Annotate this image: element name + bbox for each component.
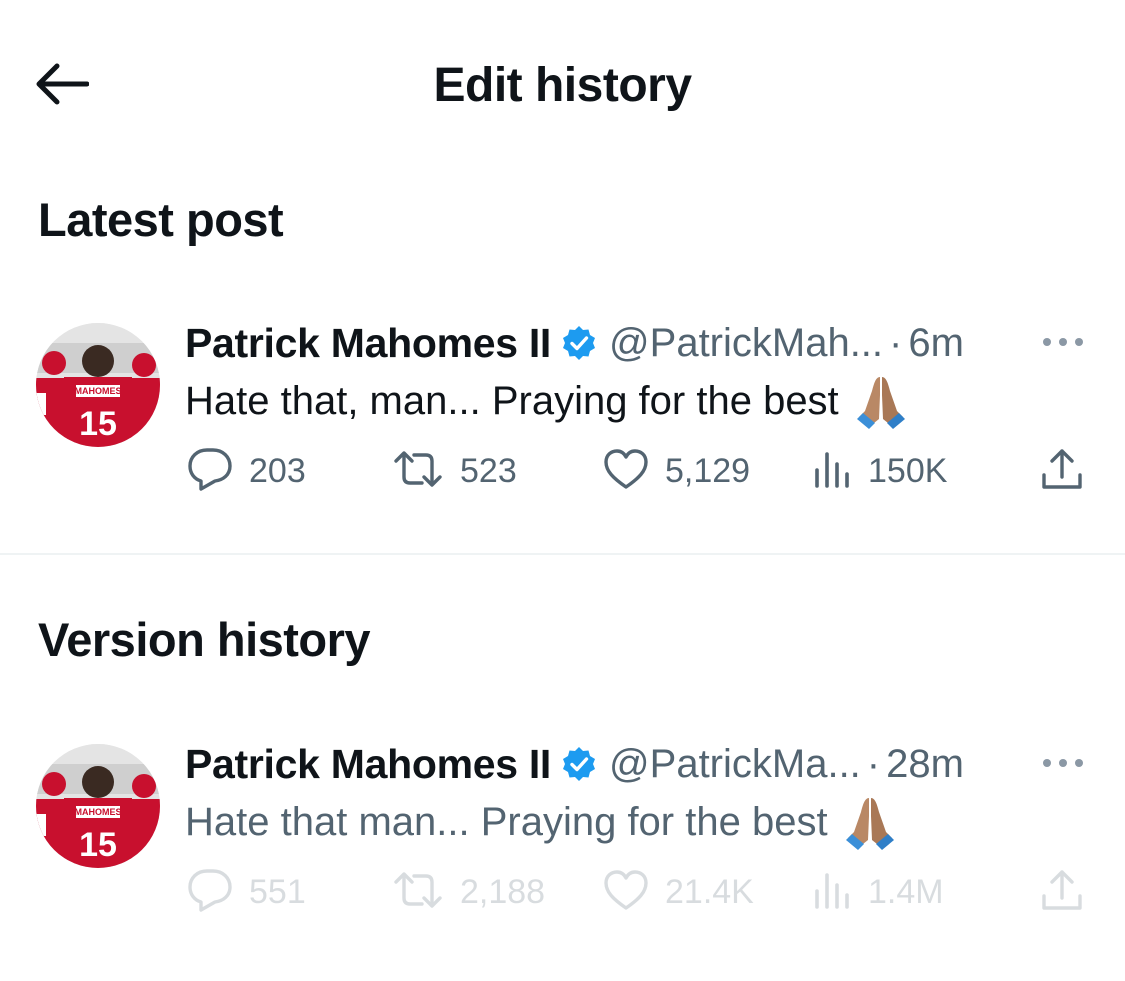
edit-history-screen: Edit history Latest post MAHOMES 15 Patr… [0,0,1125,981]
author-handle[interactable]: @PatrickMa... [609,742,861,787]
like-count: 21.4K [665,872,754,911]
svg-text:15: 15 [79,405,117,443]
author-name[interactable]: Patrick Mahomes II [185,320,551,367]
header: Edit history [0,0,1125,170]
post-time[interactable]: 6m [908,321,964,366]
latest-post-heading: Latest post [38,193,284,246]
like-button: 21.4K [603,867,754,917]
version-history-heading: Version history [38,613,371,666]
avatar[interactable]: MAHOMES 15 [36,744,160,868]
post-body: Hate that, man... Praying for the best [185,378,839,423]
views-icon [812,869,852,916]
post-text: Hate that man... Praying for the best [185,794,898,850]
version-post[interactable]: MAHOMES 15 Patrick Mahomes II @PatrickMa… [0,739,1125,929]
share-button [1040,867,1084,917]
verified-badge-icon [561,746,597,782]
post-actions: 203 523 5,129 150K [0,446,1125,496]
like-count: 5,129 [665,451,751,490]
separator-dot: · [889,320,903,365]
svg-text:15: 15 [79,826,117,864]
section-divider [0,553,1125,555]
verified-badge-icon [561,325,597,361]
page-title: Edit history [433,59,692,112]
share-icon [1040,447,1084,496]
praying-hands-emoji [853,373,909,429]
author-handle[interactable]: @PatrickMah... [609,321,883,366]
post-header: Patrick Mahomes II @PatrickMa... · 28m [185,739,1085,789]
post-time[interactable]: 28m [886,742,964,787]
repost-count: 2,188 [460,872,546,911]
more-options-button[interactable] [1038,326,1088,362]
praying-hands-emoji [842,794,898,850]
latest-post[interactable]: MAHOMES 15 Patrick Mahomes II @PatrickMa… [0,318,1125,508]
repost-count: 523 [460,451,517,490]
repost-icon [392,870,444,915]
repost-button: 2,188 [392,867,545,917]
separator-dot: · [866,741,881,786]
like-button[interactable]: 5,129 [603,446,750,496]
heart-icon [603,869,649,916]
views-button: 1.4M [812,867,944,917]
svg-text:MAHOMES: MAHOMES [75,386,122,396]
more-horizontal-icon [1041,335,1085,353]
avatar[interactable]: MAHOMES 15 [36,323,160,447]
reply-button: 551 [187,867,306,917]
post-header: Patrick Mahomes II @PatrickMah... · 6m [185,318,1085,368]
repost-button[interactable]: 523 [392,446,517,496]
reply-count: 203 [249,451,306,490]
more-horizontal-icon [1041,756,1085,774]
more-options-button[interactable] [1038,747,1088,783]
svg-text:MAHOMES: MAHOMES [75,807,122,817]
views-icon [812,448,852,495]
post-actions: 551 2,188 21.4K 1.4M [0,867,1125,917]
author-name[interactable]: Patrick Mahomes II [185,741,551,788]
share-button[interactable] [1040,446,1084,496]
views-button[interactable]: 150K [812,446,947,496]
reply-icon [187,447,233,496]
reply-count: 551 [249,872,306,911]
views-count: 1.4M [868,872,944,911]
share-icon [1040,868,1084,917]
reply-icon [187,868,233,917]
post-text: Hate that, man... Praying for the best [185,373,909,429]
post-body: Hate that man... Praying for the best [185,799,828,844]
views-count: 150K [868,451,948,490]
reply-button[interactable]: 203 [187,446,306,496]
heart-icon [603,448,649,495]
repost-icon [392,449,444,494]
